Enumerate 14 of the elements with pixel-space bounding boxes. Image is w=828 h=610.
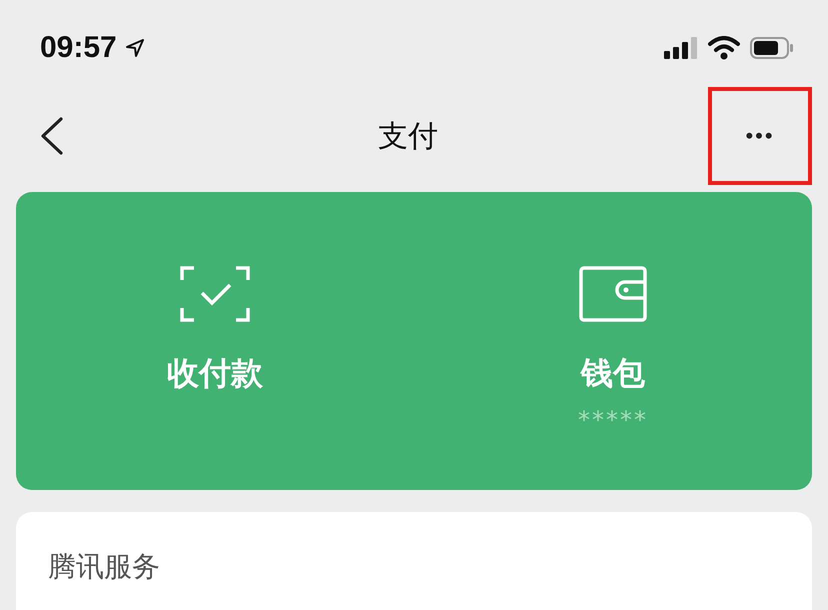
item-label[interactable]: 收付款	[167, 352, 263, 396]
section-title: 腾讯服务	[48, 550, 160, 583]
page-title: 支付	[378, 118, 438, 156]
battery-icon	[750, 36, 794, 60]
back-icon[interactable]	[40, 117, 64, 155]
item-label[interactable]: 钱包	[581, 352, 645, 396]
more-button[interactable]: •••	[708, 87, 812, 185]
hidden-balance: *****	[578, 406, 648, 434]
location-arrow-icon	[124, 38, 145, 58]
signal-icon	[664, 37, 698, 59]
scan-check-icon[interactable]	[180, 266, 250, 322]
wifi-icon	[708, 36, 740, 60]
status-time: 09:57	[40, 31, 117, 65]
wallet-icon[interactable]	[579, 266, 647, 322]
